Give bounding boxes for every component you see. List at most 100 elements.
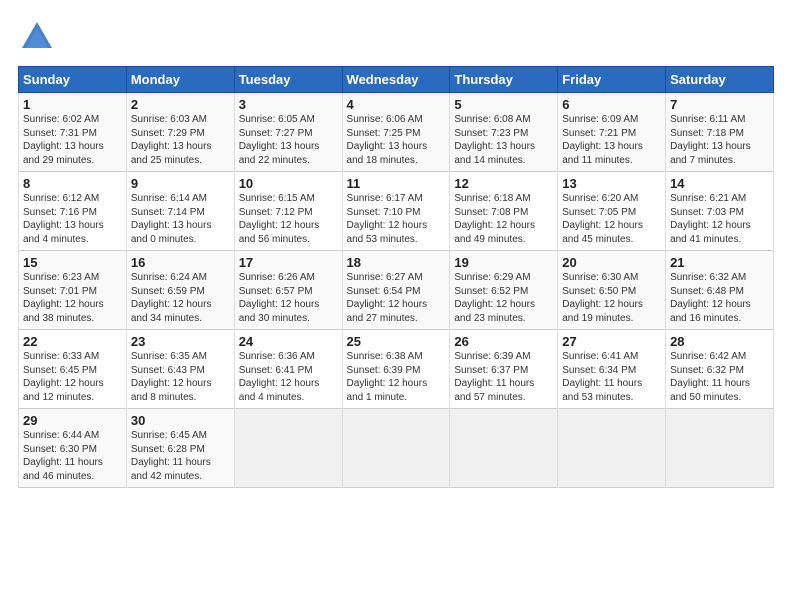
day-cell <box>450 409 558 488</box>
day-cell: 29Sunrise: 6:44 AM Sunset: 6:30 PM Dayli… <box>19 409 127 488</box>
day-cell: 1Sunrise: 6:02 AM Sunset: 7:31 PM Daylig… <box>19 93 127 172</box>
col-header-tuesday: Tuesday <box>234 67 342 93</box>
day-number: 2 <box>131 97 230 112</box>
day-cell: 8Sunrise: 6:12 AM Sunset: 7:16 PM Daylig… <box>19 172 127 251</box>
day-info: Sunrise: 6:09 AM Sunset: 7:21 PM Dayligh… <box>562 113 661 167</box>
day-cell: 4Sunrise: 6:06 AM Sunset: 7:25 PM Daylig… <box>342 93 450 172</box>
day-info: Sunrise: 6:44 AM Sunset: 6:30 PM Dayligh… <box>23 429 122 483</box>
col-header-wednesday: Wednesday <box>342 67 450 93</box>
day-number: 24 <box>239 334 338 349</box>
col-header-thursday: Thursday <box>450 67 558 93</box>
day-info: Sunrise: 6:35 AM Sunset: 6:43 PM Dayligh… <box>131 350 230 404</box>
day-number: 29 <box>23 413 122 428</box>
day-cell: 16Sunrise: 6:24 AM Sunset: 6:59 PM Dayli… <box>126 251 234 330</box>
day-cell: 22Sunrise: 6:33 AM Sunset: 6:45 PM Dayli… <box>19 330 127 409</box>
day-info: Sunrise: 6:45 AM Sunset: 6:28 PM Dayligh… <box>131 429 230 483</box>
day-number: 14 <box>670 176 769 191</box>
day-info: Sunrise: 6:30 AM Sunset: 6:50 PM Dayligh… <box>562 271 661 325</box>
day-number: 21 <box>670 255 769 270</box>
day-number: 30 <box>131 413 230 428</box>
day-info: Sunrise: 6:11 AM Sunset: 7:18 PM Dayligh… <box>670 113 769 167</box>
week-row-1: 1Sunrise: 6:02 AM Sunset: 7:31 PM Daylig… <box>19 93 774 172</box>
day-number: 10 <box>239 176 338 191</box>
col-header-monday: Monday <box>126 67 234 93</box>
day-info: Sunrise: 6:18 AM Sunset: 7:08 PM Dayligh… <box>454 192 553 246</box>
day-cell <box>234 409 342 488</box>
day-info: Sunrise: 6:41 AM Sunset: 6:34 PM Dayligh… <box>562 350 661 404</box>
day-info: Sunrise: 6:39 AM Sunset: 6:37 PM Dayligh… <box>454 350 553 404</box>
day-cell: 30Sunrise: 6:45 AM Sunset: 6:28 PM Dayli… <box>126 409 234 488</box>
day-cell: 28Sunrise: 6:42 AM Sunset: 6:32 PM Dayli… <box>666 330 774 409</box>
day-cell: 11Sunrise: 6:17 AM Sunset: 7:10 PM Dayli… <box>342 172 450 251</box>
day-number: 27 <box>562 334 661 349</box>
day-info: Sunrise: 6:12 AM Sunset: 7:16 PM Dayligh… <box>23 192 122 246</box>
week-row-4: 22Sunrise: 6:33 AM Sunset: 6:45 PM Dayli… <box>19 330 774 409</box>
day-cell: 19Sunrise: 6:29 AM Sunset: 6:52 PM Dayli… <box>450 251 558 330</box>
day-cell: 13Sunrise: 6:20 AM Sunset: 7:05 PM Dayli… <box>558 172 666 251</box>
day-info: Sunrise: 6:03 AM Sunset: 7:29 PM Dayligh… <box>131 113 230 167</box>
day-number: 22 <box>23 334 122 349</box>
day-info: Sunrise: 6:05 AM Sunset: 7:27 PM Dayligh… <box>239 113 338 167</box>
header-row: SundayMondayTuesdayWednesdayThursdayFrid… <box>19 67 774 93</box>
day-info: Sunrise: 6:27 AM Sunset: 6:54 PM Dayligh… <box>347 271 446 325</box>
day-number: 13 <box>562 176 661 191</box>
day-info: Sunrise: 6:33 AM Sunset: 6:45 PM Dayligh… <box>23 350 122 404</box>
day-info: Sunrise: 6:29 AM Sunset: 6:52 PM Dayligh… <box>454 271 553 325</box>
day-cell <box>666 409 774 488</box>
day-number: 11 <box>347 176 446 191</box>
day-number: 16 <box>131 255 230 270</box>
logo <box>18 18 60 56</box>
day-cell: 3Sunrise: 6:05 AM Sunset: 7:27 PM Daylig… <box>234 93 342 172</box>
col-header-saturday: Saturday <box>666 67 774 93</box>
day-info: Sunrise: 6:24 AM Sunset: 6:59 PM Dayligh… <box>131 271 230 325</box>
week-row-5: 29Sunrise: 6:44 AM Sunset: 6:30 PM Dayli… <box>19 409 774 488</box>
logo-icon <box>18 18 56 56</box>
day-number: 4 <box>347 97 446 112</box>
day-info: Sunrise: 6:15 AM Sunset: 7:12 PM Dayligh… <box>239 192 338 246</box>
day-cell: 27Sunrise: 6:41 AM Sunset: 6:34 PM Dayli… <box>558 330 666 409</box>
day-info: Sunrise: 6:14 AM Sunset: 7:14 PM Dayligh… <box>131 192 230 246</box>
day-cell: 9Sunrise: 6:14 AM Sunset: 7:14 PM Daylig… <box>126 172 234 251</box>
day-info: Sunrise: 6:17 AM Sunset: 7:10 PM Dayligh… <box>347 192 446 246</box>
day-cell: 24Sunrise: 6:36 AM Sunset: 6:41 PM Dayli… <box>234 330 342 409</box>
day-info: Sunrise: 6:23 AM Sunset: 7:01 PM Dayligh… <box>23 271 122 325</box>
day-number: 3 <box>239 97 338 112</box>
calendar-table: SundayMondayTuesdayWednesdayThursdayFrid… <box>18 66 774 488</box>
day-cell: 23Sunrise: 6:35 AM Sunset: 6:43 PM Dayli… <box>126 330 234 409</box>
header <box>18 18 774 56</box>
col-header-friday: Friday <box>558 67 666 93</box>
day-info: Sunrise: 6:38 AM Sunset: 6:39 PM Dayligh… <box>347 350 446 404</box>
day-cell: 17Sunrise: 6:26 AM Sunset: 6:57 PM Dayli… <box>234 251 342 330</box>
day-number: 9 <box>131 176 230 191</box>
day-number: 25 <box>347 334 446 349</box>
day-cell <box>342 409 450 488</box>
day-number: 28 <box>670 334 769 349</box>
day-cell: 7Sunrise: 6:11 AM Sunset: 7:18 PM Daylig… <box>666 93 774 172</box>
day-info: Sunrise: 6:20 AM Sunset: 7:05 PM Dayligh… <box>562 192 661 246</box>
day-number: 19 <box>454 255 553 270</box>
day-cell: 2Sunrise: 6:03 AM Sunset: 7:29 PM Daylig… <box>126 93 234 172</box>
day-number: 18 <box>347 255 446 270</box>
day-info: Sunrise: 6:02 AM Sunset: 7:31 PM Dayligh… <box>23 113 122 167</box>
day-number: 8 <box>23 176 122 191</box>
day-cell: 21Sunrise: 6:32 AM Sunset: 6:48 PM Dayli… <box>666 251 774 330</box>
day-number: 15 <box>23 255 122 270</box>
day-cell: 10Sunrise: 6:15 AM Sunset: 7:12 PM Dayli… <box>234 172 342 251</box>
day-number: 5 <box>454 97 553 112</box>
day-info: Sunrise: 6:21 AM Sunset: 7:03 PM Dayligh… <box>670 192 769 246</box>
col-header-sunday: Sunday <box>19 67 127 93</box>
week-row-2: 8Sunrise: 6:12 AM Sunset: 7:16 PM Daylig… <box>19 172 774 251</box>
day-info: Sunrise: 6:26 AM Sunset: 6:57 PM Dayligh… <box>239 271 338 325</box>
day-number: 17 <box>239 255 338 270</box>
day-number: 7 <box>670 97 769 112</box>
day-cell: 20Sunrise: 6:30 AM Sunset: 6:50 PM Dayli… <box>558 251 666 330</box>
day-number: 12 <box>454 176 553 191</box>
day-cell: 18Sunrise: 6:27 AM Sunset: 6:54 PM Dayli… <box>342 251 450 330</box>
day-number: 1 <box>23 97 122 112</box>
day-cell: 15Sunrise: 6:23 AM Sunset: 7:01 PM Dayli… <box>19 251 127 330</box>
week-row-3: 15Sunrise: 6:23 AM Sunset: 7:01 PM Dayli… <box>19 251 774 330</box>
day-cell <box>558 409 666 488</box>
day-cell: 6Sunrise: 6:09 AM Sunset: 7:21 PM Daylig… <box>558 93 666 172</box>
day-number: 26 <box>454 334 553 349</box>
day-number: 6 <box>562 97 661 112</box>
